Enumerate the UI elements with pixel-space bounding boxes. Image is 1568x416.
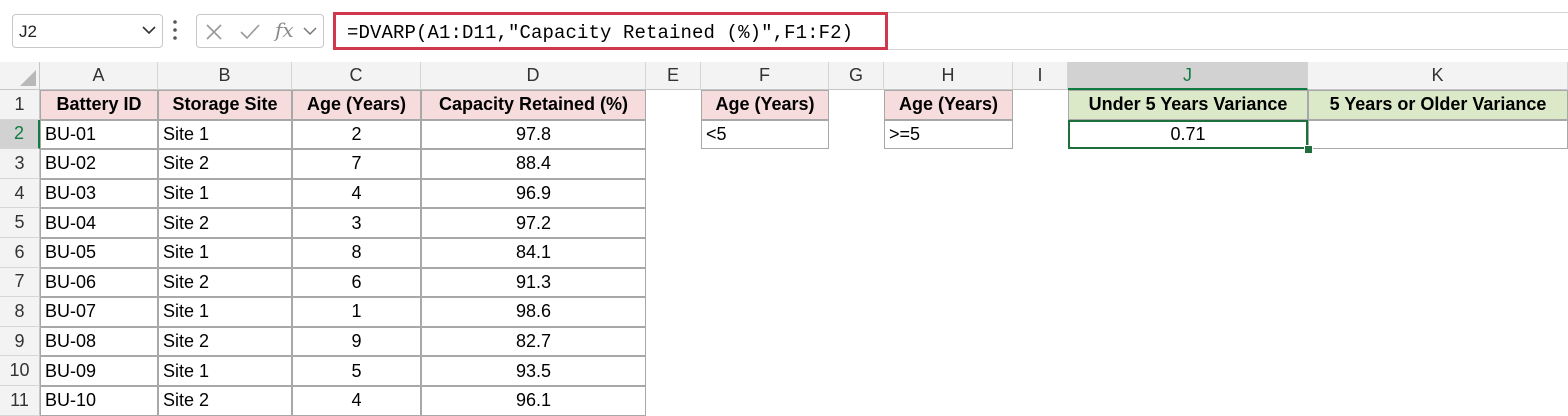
column-header-j[interactable]: J — [1068, 62, 1308, 90]
table-cell[interactable]: Site 2 — [158, 149, 292, 179]
table-cell[interactable]: BU-07 — [40, 297, 158, 327]
table-cell[interactable]: 98.6 — [421, 297, 646, 327]
table-cell[interactable]: 4 — [292, 178, 421, 209]
column-header-d[interactable]: D — [421, 62, 646, 90]
column-header-g[interactable]: G — [829, 62, 884, 90]
table-cell[interactable]: Site 1 — [158, 178, 292, 209]
table-cell[interactable]: 1 — [292, 297, 421, 327]
formula-bar: J2 fx =DVARP(A1:D11,"Capacity Retained (… — [0, 0, 1568, 62]
column-header-i[interactable]: I — [1013, 62, 1068, 90]
row-header-2[interactable]: 2 — [0, 119, 40, 150]
table-cell[interactable]: 2 — [292, 119, 421, 150]
row-header-3[interactable]: 3 — [0, 149, 40, 179]
table-cell[interactable]: BU-01 — [40, 119, 158, 150]
row-header-11[interactable]: 11 — [0, 386, 40, 416]
table-cell[interactable]: 88.4 — [421, 149, 646, 179]
table-cell[interactable]: 6 — [292, 267, 421, 298]
table-cell[interactable]: 84.1 — [421, 238, 646, 268]
row-header-4[interactable]: 4 — [0, 178, 40, 209]
chevron-down-icon[interactable] — [303, 26, 317, 36]
criteria-f-value[interactable]: <5 — [701, 119, 829, 150]
table-cell[interactable]: 97.8 — [421, 119, 646, 150]
table-cell[interactable]: 4 — [292, 386, 421, 416]
row-header-5[interactable]: 5 — [0, 208, 40, 238]
row-header-9[interactable]: 9 — [0, 326, 40, 357]
row-header-8[interactable]: 8 — [0, 297, 40, 327]
table-header-cell[interactable]: Storage Site — [158, 90, 292, 120]
formula-input-extension[interactable] — [888, 12, 1568, 50]
table-cell[interactable]: 5 — [292, 356, 421, 386]
column-header-a[interactable]: A — [40, 62, 158, 90]
table-cell[interactable]: BU-05 — [40, 238, 158, 268]
over-5-variance-header[interactable]: 5 Years or Older Variance — [1308, 90, 1568, 120]
table-header-cell[interactable]: Battery ID — [40, 90, 158, 120]
table-cell[interactable]: Site 1 — [158, 238, 292, 268]
row-header-10[interactable]: 10 — [0, 356, 40, 386]
insert-function-icon[interactable]: fx — [275, 18, 294, 42]
name-box-value: J2 — [19, 22, 37, 41]
under-5-variance-header[interactable]: Under 5 Years Variance — [1068, 90, 1308, 120]
criteria-f-header[interactable]: Age (Years) — [701, 90, 829, 120]
formula-controls: fx — [196, 14, 324, 48]
column-header-c[interactable]: C — [292, 62, 421, 90]
table-cell[interactable]: BU-10 — [40, 386, 158, 416]
table-cell[interactable]: BU-02 — [40, 149, 158, 179]
row-header-1[interactable]: 1 — [0, 90, 40, 120]
column-header-e[interactable]: E — [646, 62, 701, 90]
more-options-icon[interactable] — [172, 18, 178, 42]
column-header-k[interactable]: K — [1308, 62, 1568, 90]
table-header-cell[interactable]: Age (Years) — [292, 90, 421, 120]
table-cell[interactable]: 9 — [292, 326, 421, 357]
table-cell[interactable]: Site 2 — [158, 208, 292, 238]
column-header-h[interactable]: H — [884, 62, 1013, 90]
table-cell[interactable]: 82.7 — [421, 326, 646, 357]
table-cell[interactable]: 96.1 — [421, 386, 646, 416]
formula-input[interactable]: =DVARP(A1:D11,"Capacity Retained (%)",F1… — [333, 12, 888, 50]
table-cell[interactable]: 93.5 — [421, 356, 646, 386]
cancel-icon[interactable] — [205, 23, 223, 41]
formula-text: =DVARP(A1:D11,"Capacity Retained (%)",F1… — [347, 22, 854, 44]
chevron-down-icon[interactable] — [142, 25, 156, 35]
table-header-cell[interactable]: Capacity Retained (%) — [421, 90, 646, 120]
table-cell[interactable]: Site 2 — [158, 326, 292, 357]
table-cell[interactable]: BU-03 — [40, 178, 158, 209]
table-cell[interactable]: Site 1 — [158, 356, 292, 386]
column-header-b[interactable]: B — [158, 62, 292, 90]
table-cell[interactable]: Site 1 — [158, 297, 292, 327]
select-all-icon — [20, 70, 36, 86]
table-cell[interactable]: Site 2 — [158, 386, 292, 416]
criteria-h-value[interactable]: >=5 — [884, 119, 1013, 150]
table-cell[interactable]: 91.3 — [421, 267, 646, 298]
row-header-7[interactable]: 7 — [0, 267, 40, 298]
table-cell[interactable]: Site 2 — [158, 267, 292, 298]
table-cell[interactable]: 96.9 — [421, 178, 646, 209]
table-cell[interactable]: 3 — [292, 208, 421, 238]
table-cell[interactable]: 97.2 — [421, 208, 646, 238]
fill-handle[interactable] — [1304, 145, 1313, 155]
table-cell[interactable]: BU-06 — [40, 267, 158, 298]
column-header-f[interactable]: F — [701, 62, 829, 90]
table-cell[interactable]: BU-04 — [40, 208, 158, 238]
row-header-6[interactable]: 6 — [0, 238, 40, 268]
table-cell[interactable]: Site 1 — [158, 119, 292, 150]
over-5-variance-value[interactable] — [1308, 119, 1568, 150]
table-cell[interactable]: 8 — [292, 238, 421, 268]
criteria-h-header[interactable]: Age (Years) — [884, 90, 1013, 120]
under-5-variance-value[interactable]: 0.71 — [1068, 119, 1308, 150]
select-all-corner[interactable] — [0, 62, 40, 90]
table-cell[interactable]: BU-08 — [40, 326, 158, 357]
table-cell[interactable]: 7 — [292, 149, 421, 179]
spreadsheet-grid: A B C D E F G H I J K 1 2 3 4 5 6 7 8 9 10 11 Battery ID Storag… — [0, 62, 1568, 416]
check-icon[interactable] — [239, 23, 261, 41]
name-box[interactable]: J2 — [12, 14, 163, 48]
table-cell[interactable]: BU-09 — [40, 356, 158, 386]
